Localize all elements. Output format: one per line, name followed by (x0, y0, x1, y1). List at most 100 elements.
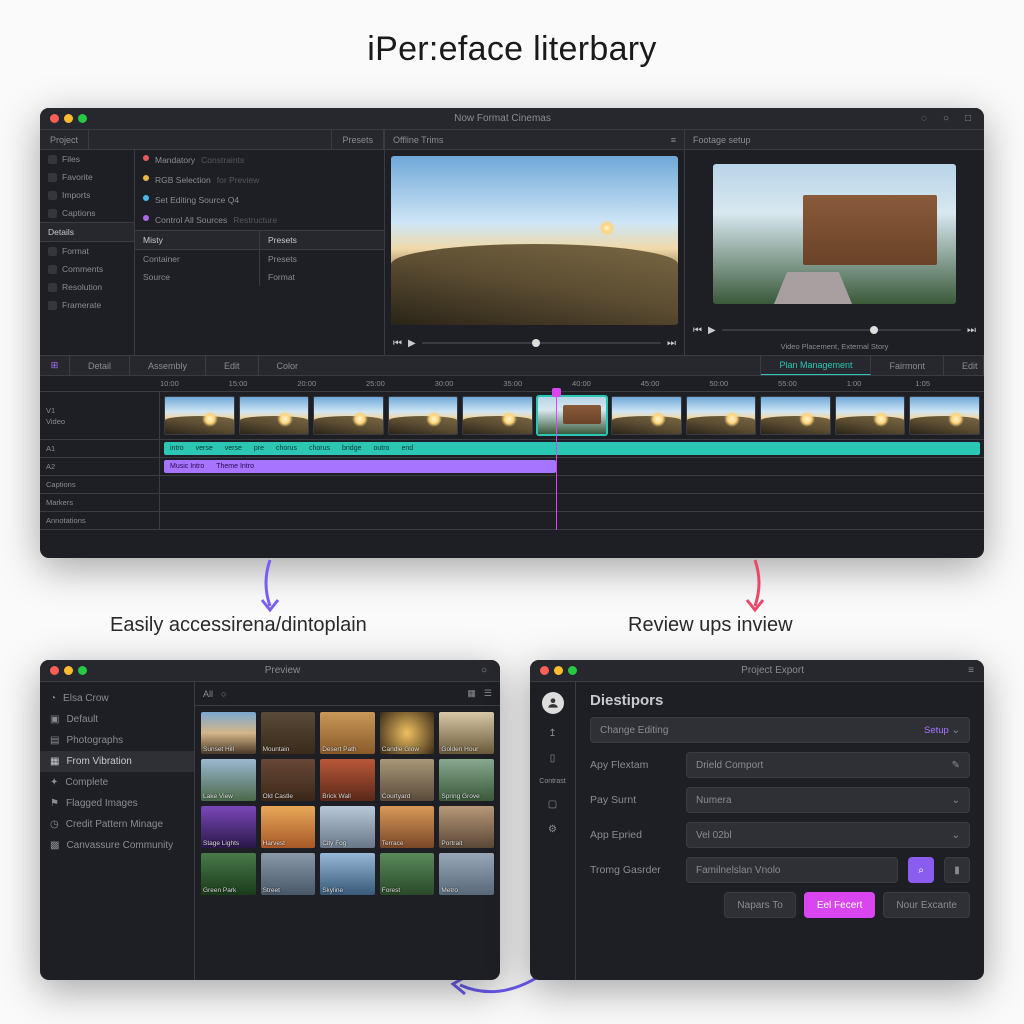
view-grid-icon[interactable]: ▦ (467, 688, 476, 699)
add-button[interactable]: ▮ (944, 857, 970, 883)
workspace-tab[interactable]: Edit (944, 356, 984, 375)
thumbnail[interactable]: Stage Lights (201, 806, 256, 848)
side-item[interactable]: Captions (40, 204, 134, 222)
upload-icon[interactable]: ↥ (548, 728, 556, 739)
select-input[interactable]: Numera⌄ (686, 787, 970, 813)
track-header[interactable]: Annotations (40, 512, 159, 530)
sidebar-item[interactable]: ▣Default (40, 709, 194, 730)
track-header[interactable]: A2 (40, 458, 159, 476)
close-icon[interactable] (540, 666, 549, 675)
sidebar-item[interactable]: ◷Credit Pattern Minage (40, 814, 194, 835)
gear-icon[interactable]: ⚙ (548, 824, 557, 835)
track-header[interactable]: Captions (40, 476, 159, 494)
workspace-tab[interactable]: Edit (206, 356, 259, 375)
clip[interactable] (611, 396, 682, 435)
pen-icon[interactable]: ✎ (952, 760, 960, 771)
side-item[interactable]: Favorite (40, 168, 134, 186)
clip[interactable] (388, 396, 459, 435)
thumbnail[interactable]: Lake View (201, 759, 256, 801)
browser-tab[interactable]: Presets (332, 130, 384, 149)
workspace-tab[interactable]: Detail (70, 356, 130, 375)
thumbnail[interactable]: Green Park (201, 853, 256, 895)
minimize-icon[interactable] (64, 114, 73, 123)
col-cell[interactable]: Source (135, 268, 259, 286)
scrubber[interactable] (422, 342, 661, 344)
playhead[interactable] (556, 392, 557, 530)
side-item[interactable]: Comments (40, 260, 134, 278)
monitor-icon[interactable]: ▢ (548, 799, 557, 810)
sidebar-item[interactable]: ⚑Flagged Images (40, 793, 194, 814)
list-item[interactable]: RGB Selectionfor Preview (135, 170, 384, 190)
clip[interactable] (537, 396, 608, 435)
menu-icon[interactable]: ≡ (968, 665, 974, 676)
track-header[interactable]: A1 (40, 440, 159, 458)
track-header[interactable]: V1Video (40, 392, 159, 440)
thumbnail[interactable]: Terrace (380, 806, 435, 848)
zoom-icon[interactable] (78, 666, 87, 675)
briefcase-icon[interactable]: ▯ (550, 753, 556, 764)
clip[interactable] (239, 396, 310, 435)
thumbnail[interactable]: Candle Glow (380, 712, 435, 754)
thumbnail[interactable]: Forest (380, 853, 435, 895)
select-input[interactable]: Vel 02bl⌄ (686, 822, 970, 848)
video-track[interactable] (160, 392, 984, 440)
col-cell[interactable]: Presets (260, 250, 384, 268)
play-icon[interactable]: ▶ (408, 338, 416, 349)
side-item[interactable]: Format (40, 242, 134, 260)
timeline-ruler[interactable]: 10:0015:0020:0025:0030:0035:0040:0045:00… (40, 376, 984, 392)
search-button[interactable]: ⌕ (908, 857, 934, 883)
view-list-icon[interactable]: ☰ (484, 688, 492, 699)
thumbnail[interactable]: Metro (439, 853, 494, 895)
thumbnail[interactable]: Spring Grove (439, 759, 494, 801)
search-icon[interactable]: ◌ (918, 113, 930, 125)
minimize-icon[interactable] (554, 666, 563, 675)
prev-frame-icon[interactable]: ⏮ (393, 338, 402, 349)
sidebar-item[interactable]: ◔Elsa Crow (40, 688, 194, 709)
audio-clip[interactable]: introverseverseprechoruschorusbridgeoutr… (164, 442, 980, 455)
square-icon[interactable]: □ (962, 113, 974, 125)
list-item[interactable]: Set Editing Source Q4 (135, 190, 384, 210)
secondary-button[interactable]: Napars To (724, 892, 795, 918)
thumbnail[interactable]: Desert Path (320, 712, 375, 754)
sidebar-item[interactable]: ▩Canvassure Community (40, 835, 194, 856)
thumbnail[interactable]: Courtyard (380, 759, 435, 801)
thumbnail[interactable]: Mountain (261, 712, 316, 754)
secondary-button[interactable]: Nour Excante (883, 892, 970, 918)
filter-label[interactable]: All (203, 689, 213, 699)
thumbnail[interactable]: Street (261, 853, 316, 895)
thumbnail[interactable]: Harvest (261, 806, 316, 848)
preview-viewport[interactable] (713, 164, 956, 304)
thumbnail[interactable]: Old Castle (261, 759, 316, 801)
select-input[interactable]: Change Editing Setup ⌄ (590, 717, 970, 743)
workspace-tab[interactable]: Plan Management (761, 356, 871, 375)
scrubber[interactable] (722, 329, 961, 331)
side-item[interactable]: Imports (40, 186, 134, 204)
audio-track[interactable]: introverseverseprechoruschorusbridgeoutr… (160, 440, 984, 458)
clip[interactable] (313, 396, 384, 435)
empty-track[interactable] (160, 476, 984, 494)
side-item[interactable]: Resolution (40, 278, 134, 296)
thumbnail[interactable]: Skyline (320, 853, 375, 895)
track-header[interactable]: Markers (40, 494, 159, 512)
sidebar-item[interactable]: ▤Photographs (40, 730, 194, 751)
browser-tab[interactable]: Project (40, 130, 89, 149)
text-input[interactable]: Familnelslan Vnolo (686, 857, 898, 883)
workspace-tab[interactable]: Color (259, 356, 762, 375)
sidebar-item[interactable]: ▦From Vibration (40, 751, 194, 772)
next-frame-icon[interactable]: ⏭ (667, 338, 676, 349)
clip[interactable] (462, 396, 533, 435)
timeline-tool-icon[interactable]: ⊞ (40, 356, 70, 375)
prev-frame-icon[interactable]: ⏮ (693, 325, 702, 336)
next-frame-icon[interactable]: ⏭ (967, 325, 976, 336)
audio-clip[interactable]: Music IntroTheme Intro (164, 460, 556, 473)
workspace-tab[interactable]: Fairmont (871, 356, 944, 375)
sidebar-item[interactable]: ✦Complete (40, 772, 194, 793)
close-icon[interactable] (50, 666, 59, 675)
thumbnail[interactable]: Brick Wall (320, 759, 375, 801)
thumbnail[interactable]: Portrait (439, 806, 494, 848)
avatar[interactable] (542, 692, 564, 714)
thumbnail[interactable]: City Fog (320, 806, 375, 848)
minimize-icon[interactable] (64, 666, 73, 675)
circle-icon[interactable]: ○ (478, 665, 490, 677)
thumbnail[interactable]: Sunset Hill (201, 712, 256, 754)
